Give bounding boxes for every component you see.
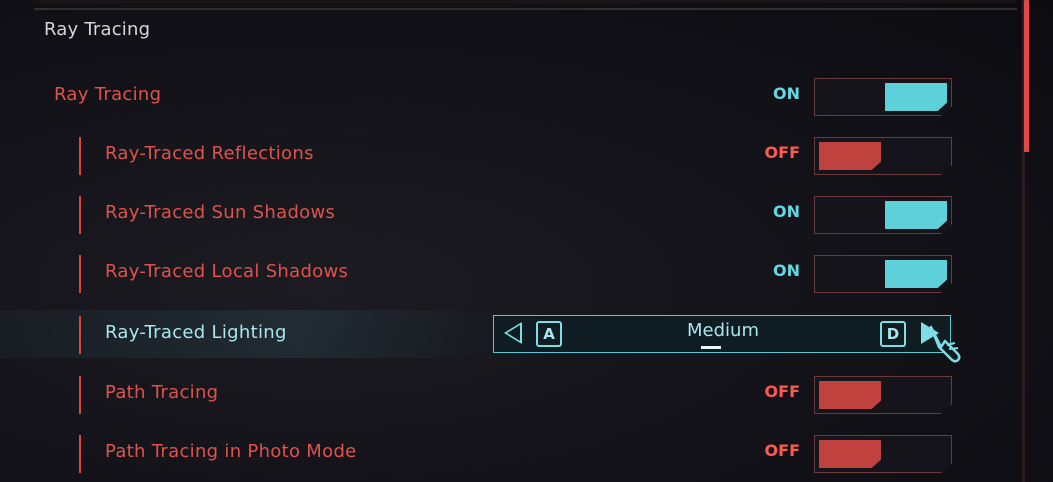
hand-pointer-icon	[929, 325, 961, 363]
setting-label: Path Tracing	[105, 382, 219, 403]
indent-bar	[79, 435, 81, 473]
setting-state: ON	[773, 261, 800, 280]
ray-traced-lighting-selector[interactable]: A Medium D	[493, 315, 951, 353]
setting-state: ON	[773, 202, 800, 221]
toggle-path-tracing-photo-mode[interactable]	[814, 435, 952, 473]
toggle-fill	[819, 142, 881, 170]
setting-row-path-tracing[interactable]: Path Tracing OFF	[0, 370, 1000, 418]
toggle-fill	[819, 440, 881, 468]
setting-state: OFF	[764, 441, 800, 460]
setting-state: ON	[773, 84, 800, 103]
toggle-ray-traced-local-shadows[interactable]	[814, 255, 952, 293]
toggle-ray-traced-reflections[interactable]	[814, 137, 952, 175]
key-next-hint: D	[880, 321, 906, 347]
setting-label: Ray-Traced Local Shadows	[105, 261, 349, 282]
top-frame	[34, 0, 1017, 3]
selector-page-indicator	[701, 346, 721, 349]
scrollbar-thumb[interactable]	[1024, 0, 1029, 152]
top-divider	[34, 8, 1017, 10]
setting-row-ray-traced-sun-shadows[interactable]: Ray-Traced Sun Shadows ON	[0, 190, 1000, 238]
toggle-ray-tracing[interactable]	[814, 78, 952, 116]
section-title: Ray Tracing	[44, 19, 151, 40]
setting-label: Path Tracing in Photo Mode	[105, 441, 357, 462]
indent-bar	[79, 255, 81, 293]
toggle-ray-traced-sun-shadows[interactable]	[814, 196, 952, 234]
setting-state: OFF	[764, 143, 800, 162]
setting-row-ray-traced-reflections[interactable]: Ray-Traced Reflections OFF	[0, 131, 1000, 179]
toggle-fill	[885, 83, 947, 111]
toggle-fill	[819, 381, 881, 409]
indent-bar	[79, 316, 81, 354]
setting-row-ray-traced-local-shadows[interactable]: Ray-Traced Local Shadows ON	[0, 249, 1000, 297]
toggle-path-tracing[interactable]	[814, 376, 952, 414]
setting-state: OFF	[764, 382, 800, 401]
setting-label: Ray-Traced Sun Shadows	[105, 202, 336, 223]
setting-label: Ray-Traced Reflections	[105, 143, 314, 164]
setting-label: Ray Tracing	[54, 84, 162, 105]
setting-row-ray-tracing[interactable]: Ray Tracing ON	[0, 72, 1000, 120]
indent-bar	[79, 137, 81, 175]
indent-bar	[79, 376, 81, 414]
indent-bar	[79, 196, 81, 234]
setting-row-path-tracing-photo-mode[interactable]: Path Tracing in Photo Mode OFF	[0, 429, 1000, 477]
setting-label: Ray-Traced Lighting	[105, 322, 287, 343]
toggle-fill	[885, 201, 947, 229]
toggle-fill	[885, 260, 947, 288]
